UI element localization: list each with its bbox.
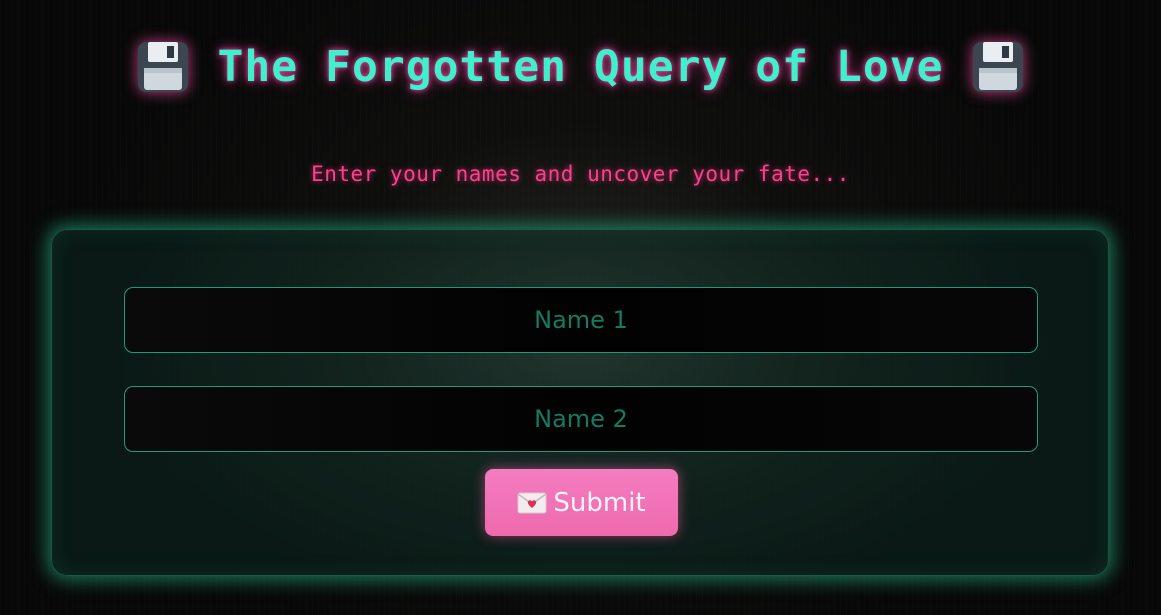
page-subtitle: Enter your names and uncover your fate..…: [311, 162, 850, 186]
header: The Forgotten Query of Love: [0, 32, 1161, 102]
love-letter-icon: [517, 492, 547, 513]
submit-button-label: Submit: [553, 487, 646, 518]
name-1-input[interactable]: [124, 287, 1038, 353]
page-title: The Forgotten Query of Love: [217, 42, 944, 92]
floppy-disk-icon: [137, 42, 188, 92]
love-form-card: Submit: [51, 229, 1109, 576]
floppy-disk-icon: [973, 42, 1024, 92]
name-2-input[interactable]: [124, 386, 1038, 452]
submit-button[interactable]: Submit: [485, 469, 678, 536]
